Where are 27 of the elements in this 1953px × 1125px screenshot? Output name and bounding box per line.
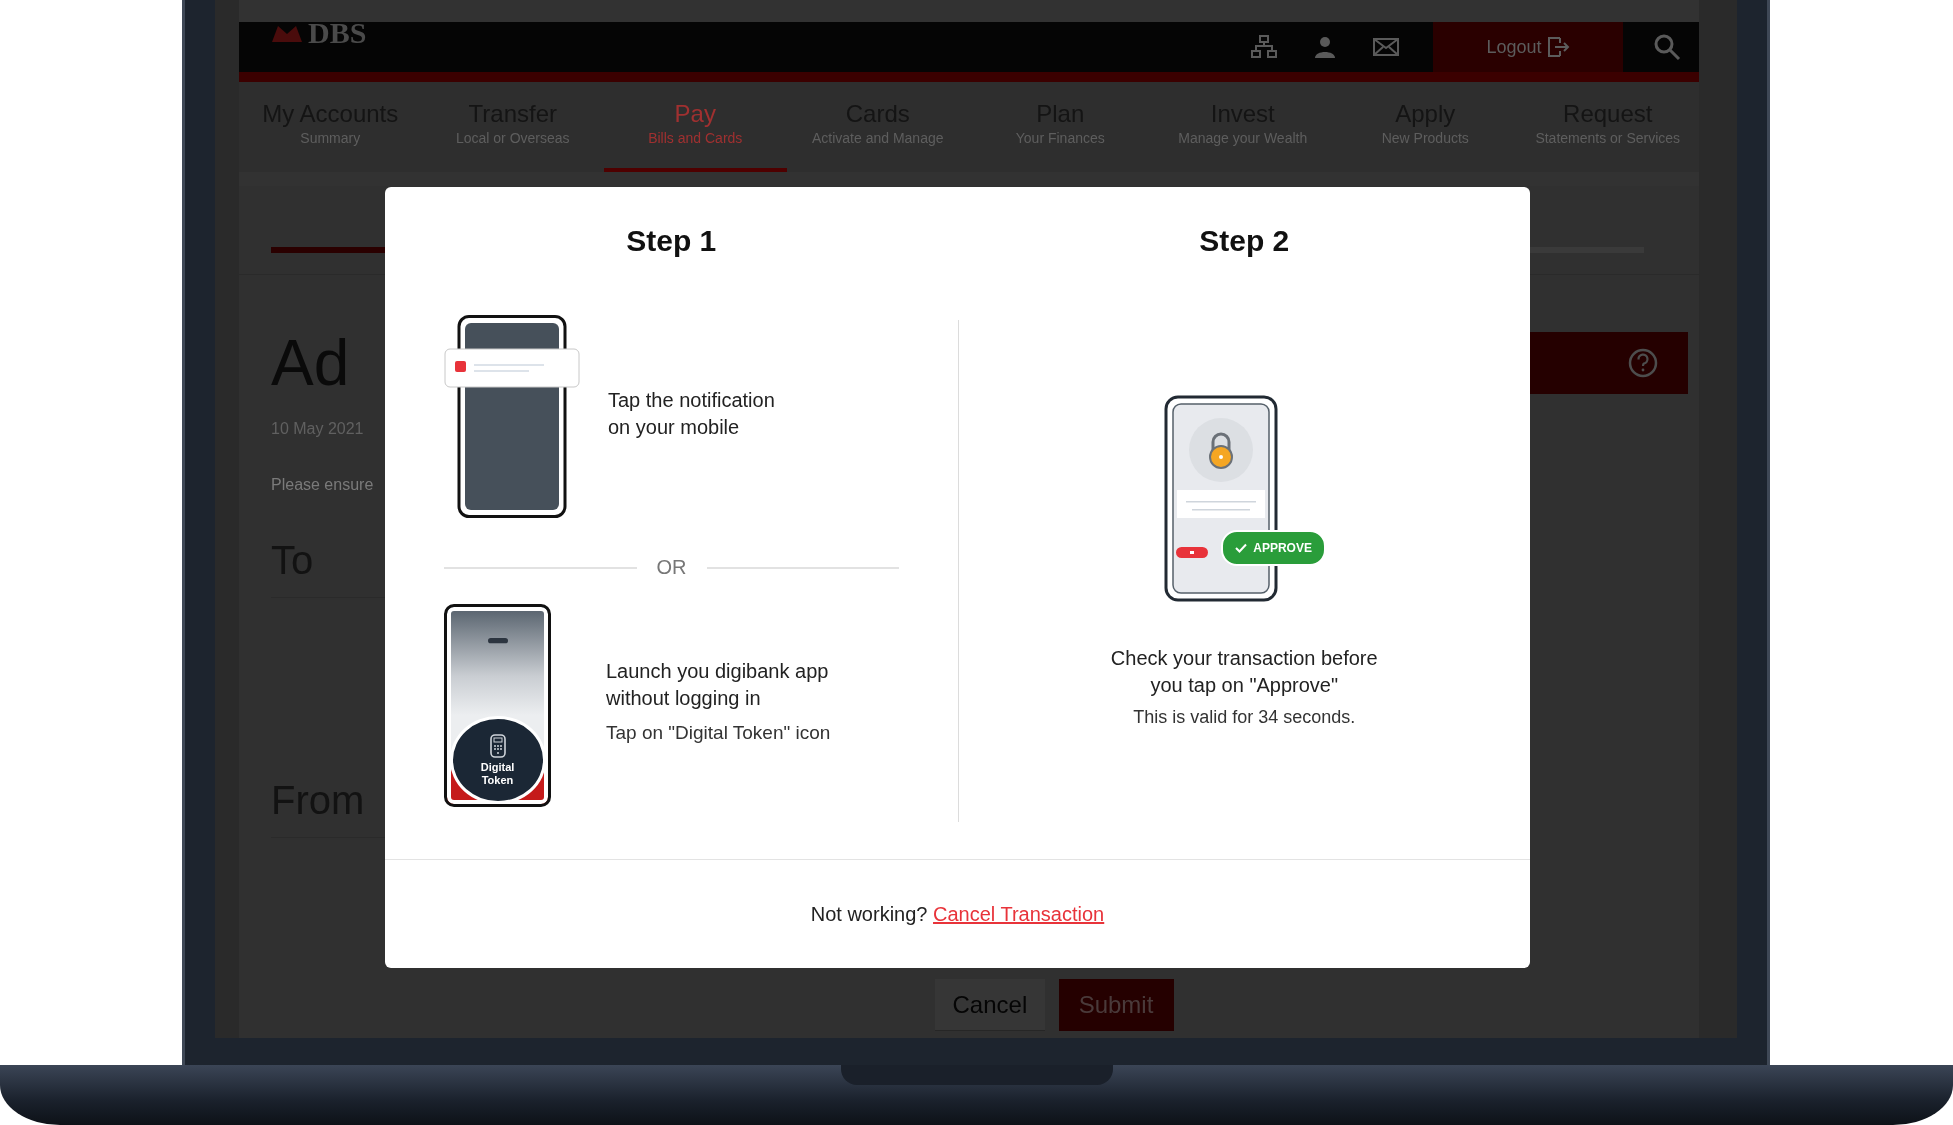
hint-text: This is valid for 34 seconds. — [1132, 707, 1357, 728]
instruction-text: Check your transaction before you tap on "Approve" — [1110, 646, 1378, 698]
cancel-transaction-link[interactable]: Cancel Transaction — [933, 902, 1105, 925]
nav-tab[interactable]: Pay Bills and Cards — [604, 82, 787, 172]
nav-title: Pay — [674, 100, 716, 128]
check-icon — [1235, 543, 1248, 553]
note-text: Please ensure — [271, 476, 375, 494]
step-title: Step 2 — [1199, 224, 1290, 259]
mail-icon — [1373, 37, 1399, 57]
approve-label: APPROVE — [1253, 541, 1312, 555]
user-icon — [1313, 35, 1337, 59]
instruction-text: Launch you digibank app without logging in — [606, 658, 830, 711]
divider-text: OR — [656, 556, 687, 579]
keypad-icon — [488, 733, 507, 758]
token-label: Digital Token — [480, 760, 515, 787]
logout-icon — [1545, 35, 1570, 59]
logout-button[interactable]: Logout — [1433, 22, 1623, 72]
sitemap-icon — [1251, 35, 1277, 59]
help-icon — [1628, 348, 1658, 378]
footer-text: Not working? Cancel Transaction — [810, 902, 1105, 926]
hint-text: Tap on "Digital Token" icon — [606, 721, 831, 744]
step-title: Step 1 — [625, 224, 718, 259]
submit-button[interactable]: Submit — [1058, 979, 1174, 1031]
instruction-text: Tap the notification on your mobile — [608, 387, 775, 440]
nav-subtitle: Bills and Cards — [648, 130, 743, 146]
logo-text: DBS — [308, 22, 367, 44]
search-icon — [1653, 33, 1681, 61]
